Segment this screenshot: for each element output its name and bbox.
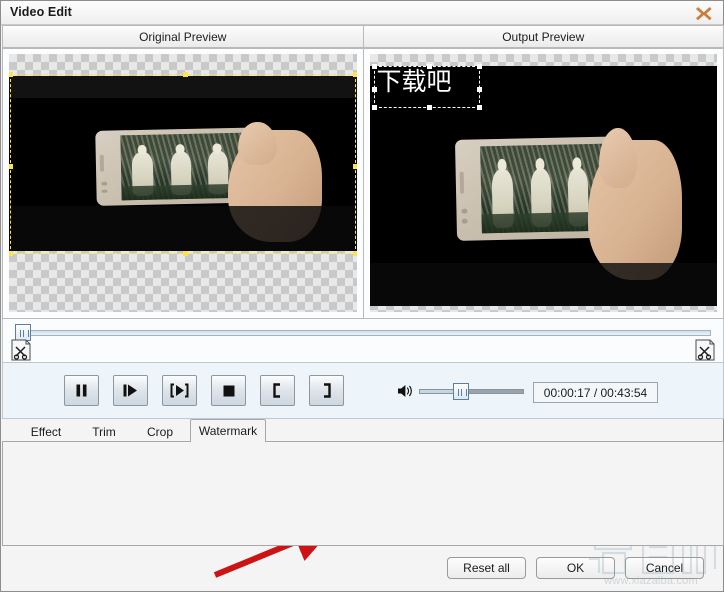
output-preview-pane[interactable]: 下载吧: [362, 48, 724, 319]
tab-trim-label: Trim: [92, 424, 116, 439]
output-video-frame: [369, 66, 717, 306]
mark-out-button[interactable]: [309, 375, 344, 406]
cancel-label: Cancel: [645, 561, 684, 575]
tab-watermark[interactable]: Watermark: [190, 419, 266, 442]
stop-button[interactable]: [211, 375, 246, 406]
original-preview-canvas[interactable]: [9, 54, 357, 312]
close-icon[interactable]: [690, 3, 718, 23]
original-preview-header: Original Preview: [2, 25, 363, 48]
watermark-overlay-text: 下载吧: [376, 67, 452, 96]
trim-end-scissors-icon[interactable]: [695, 339, 715, 361]
original-preview-pane[interactable]: [2, 48, 363, 319]
tab-trim[interactable]: Trim: [82, 422, 126, 441]
mark-in-button[interactable]: [260, 375, 295, 406]
tab-effect-label: Effect: [30, 424, 62, 439]
tab-watermark-label: Watermark: [198, 424, 258, 438]
timeline-area: [2, 319, 724, 363]
page-title: Video Edit: [10, 5, 72, 19]
play-button[interactable]: [113, 375, 148, 406]
watermark-panel: [2, 441, 724, 546]
speaker-icon[interactable]: [397, 383, 414, 399]
frame-step-button[interactable]: [162, 375, 197, 406]
tab-crop-label: Crop: [146, 424, 173, 439]
timeline-track[interactable]: [17, 330, 711, 336]
thumb-object-output: [598, 128, 638, 189]
tab-strip: Effect Trim Crop Watermark: [2, 419, 724, 442]
cancel-button[interactable]: Cancel: [625, 557, 704, 579]
output-preview-header: Output Preview: [362, 25, 724, 48]
timecode-display: 00:00:17 / 00:43:54: [533, 382, 658, 403]
ok-label: OK: [566, 561, 585, 575]
preview-header: Original Preview Output Preview: [2, 25, 724, 48]
volume-slider-track[interactable]: [419, 389, 524, 394]
title-bar: Video Edit: [1, 1, 723, 25]
video-edit-dialog: Video Edit Original Preview Output Previ…: [0, 0, 724, 592]
reset-all-button[interactable]: Reset all: [447, 557, 526, 579]
output-preview-canvas[interactable]: 下载吧: [369, 54, 717, 312]
thumb-object: [238, 121, 277, 166]
tab-crop[interactable]: Crop: [138, 422, 182, 441]
tab-effect[interactable]: Effect: [20, 422, 72, 441]
original-video-frame: [9, 76, 357, 251]
ok-button[interactable]: OK: [536, 557, 615, 579]
pause-button[interactable]: [64, 375, 99, 406]
preview-panes: 下载吧: [2, 48, 724, 319]
trim-start-scissors-icon[interactable]: [11, 339, 31, 361]
volume-slider-thumb[interactable]: [453, 383, 469, 400]
reset-all-label: Reset all: [463, 561, 510, 575]
